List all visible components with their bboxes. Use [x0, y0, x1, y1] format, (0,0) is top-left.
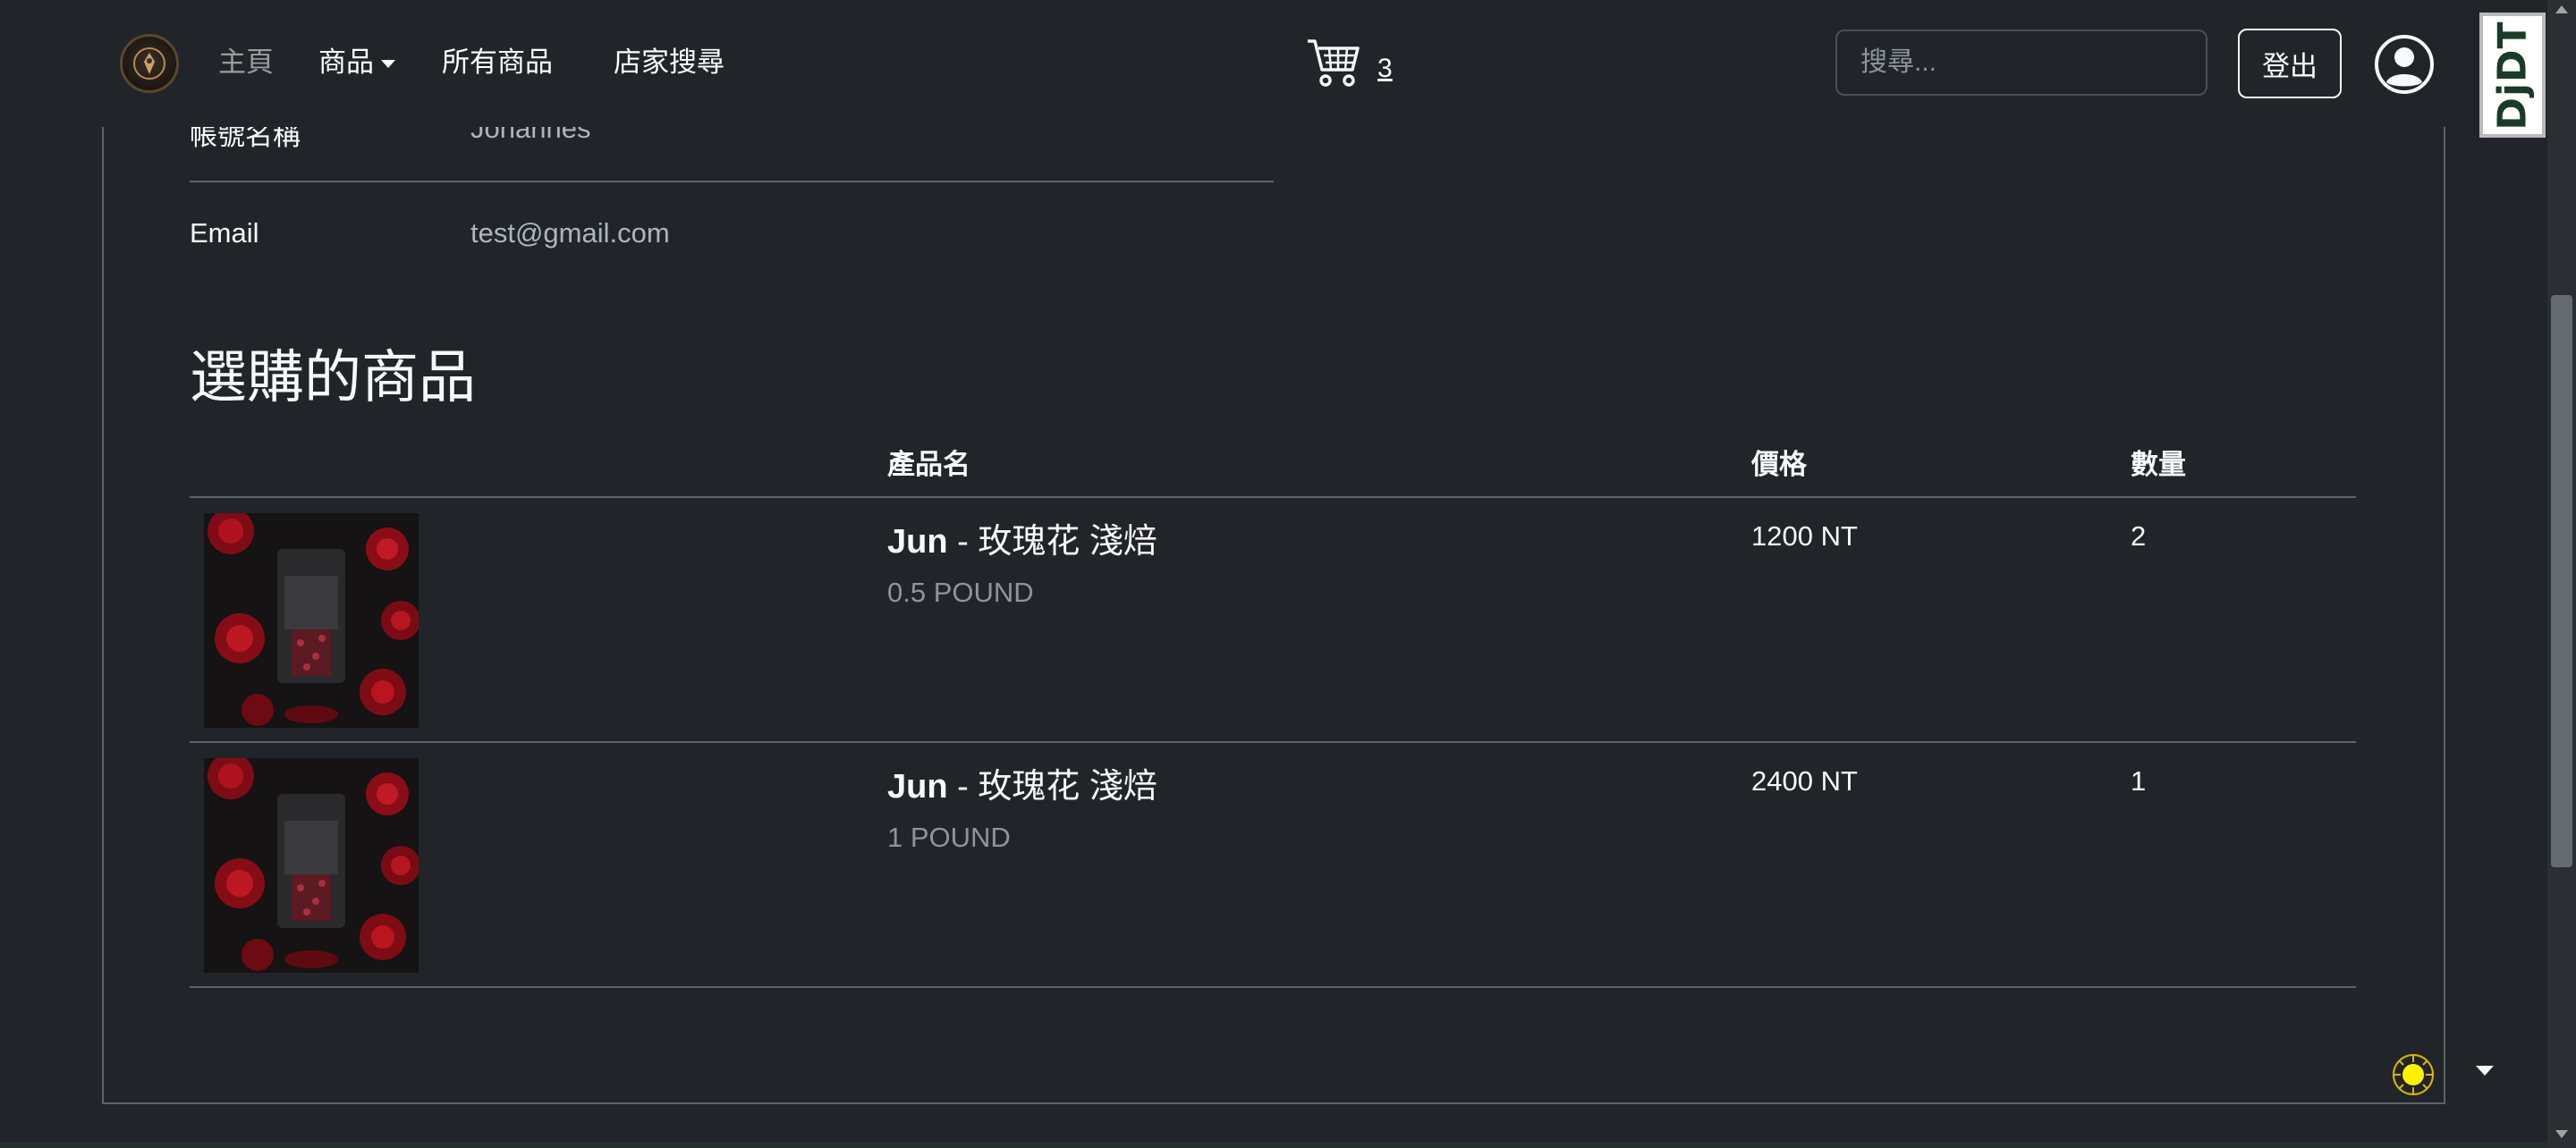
cart-count: 3 [1377, 54, 1393, 83]
nav-all-products-link[interactable]: 所有商品 [442, 41, 553, 84]
column-header-qty: 數量 [2131, 449, 2186, 480]
cart-link[interactable]: 3 [1306, 36, 1404, 98]
section-title: 選購的商品 [190, 345, 476, 409]
scroll-down-arrow[interactable] [2555, 1130, 2568, 1138]
nav-home-link[interactable]: 主頁 [218, 41, 274, 84]
account-circle-icon[interactable] [2374, 34, 2435, 95]
debug-toolbar-label: DjDT [2489, 20, 2536, 131]
column-header-name: 產品名 [887, 449, 970, 480]
scroll-thumb[interactable] [2551, 295, 2572, 867]
navbar: 主頁 商品 所有商品 店家搜尋 3 登出 [0, 0, 2547, 127]
product-qty: 2 [2131, 520, 2147, 552]
caret-down-icon[interactable] [2476, 1066, 2494, 1076]
product-size: 0.5 POUND [887, 577, 1034, 608]
table-header-divider [190, 496, 2356, 498]
product-brand: Jun [887, 523, 948, 561]
nav-products-dropdown[interactable]: 商品 [318, 41, 395, 84]
nav-store-search-link[interactable]: 店家搜尋 [614, 41, 724, 84]
product-title: - 玫瑰花 淺焙 [947, 523, 1157, 561]
page-scrollbar[interactable] [2547, 0, 2576, 1148]
search-input[interactable] [1835, 30, 2207, 96]
logout-button[interactable]: 登出 [2238, 29, 2342, 98]
brand-logo-icon[interactable] [120, 34, 179, 93]
product-price: 2400 NT [1751, 765, 1858, 797]
product-title: - 玫瑰花 淺焙 [947, 768, 1157, 806]
column-header-price: 價格 [1751, 449, 1807, 480]
product-name[interactable]: Jun - 玫瑰花 淺焙 [887, 513, 1157, 562]
order-detail-card [102, 0, 2445, 1104]
product-image[interactable] [204, 758, 419, 973]
product-size: 1 POUND [887, 822, 1011, 853]
bottom-edge [0, 1143, 2547, 1148]
caret-down-icon [381, 60, 395, 69]
email-value: test@gmail.com [470, 217, 670, 249]
scroll-up-arrow[interactable] [2555, 5, 2568, 13]
nav-products-label: 商品 [318, 46, 374, 78]
cart-icon [1308, 39, 1360, 87]
email-label: Email [190, 217, 259, 249]
theme-toggle-sun-icon[interactable] [2390, 1051, 2436, 1098]
product-price: 1200 NT [1751, 520, 1858, 552]
row-divider [190, 986, 2356, 988]
product-image[interactable] [204, 513, 419, 728]
row-divider [190, 741, 2356, 743]
product-qty: 1 [2131, 765, 2147, 797]
product-name[interactable]: Jun - 玫瑰花 淺焙 [887, 758, 1157, 807]
divider [190, 181, 1274, 182]
debug-toolbar-handle[interactable]: DjDT [2479, 13, 2546, 138]
product-brand: Jun [887, 768, 948, 806]
